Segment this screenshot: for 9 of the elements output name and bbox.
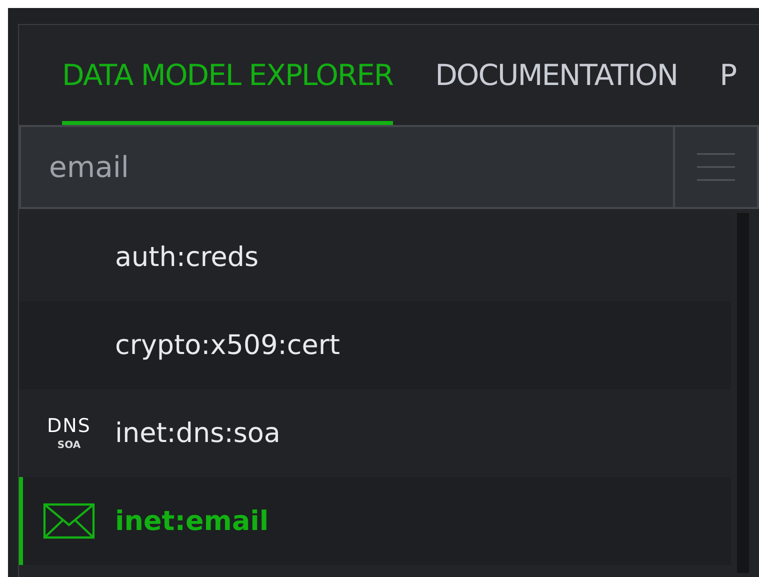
- menu-button[interactable]: [673, 125, 759, 209]
- tab[interactable]: P: [720, 25, 736, 125]
- list-item[interactable]: crypto:x509:cert: [19, 301, 731, 389]
- search-field[interactable]: email: [19, 125, 673, 209]
- menu-icon: [697, 153, 735, 181]
- dns-icon: DNS SOA: [47, 416, 91, 450]
- list-item[interactable]: inet:email: [19, 477, 731, 565]
- tab[interactable]: DOCUMENTATION: [435, 25, 678, 125]
- envelope-icon: [43, 503, 95, 539]
